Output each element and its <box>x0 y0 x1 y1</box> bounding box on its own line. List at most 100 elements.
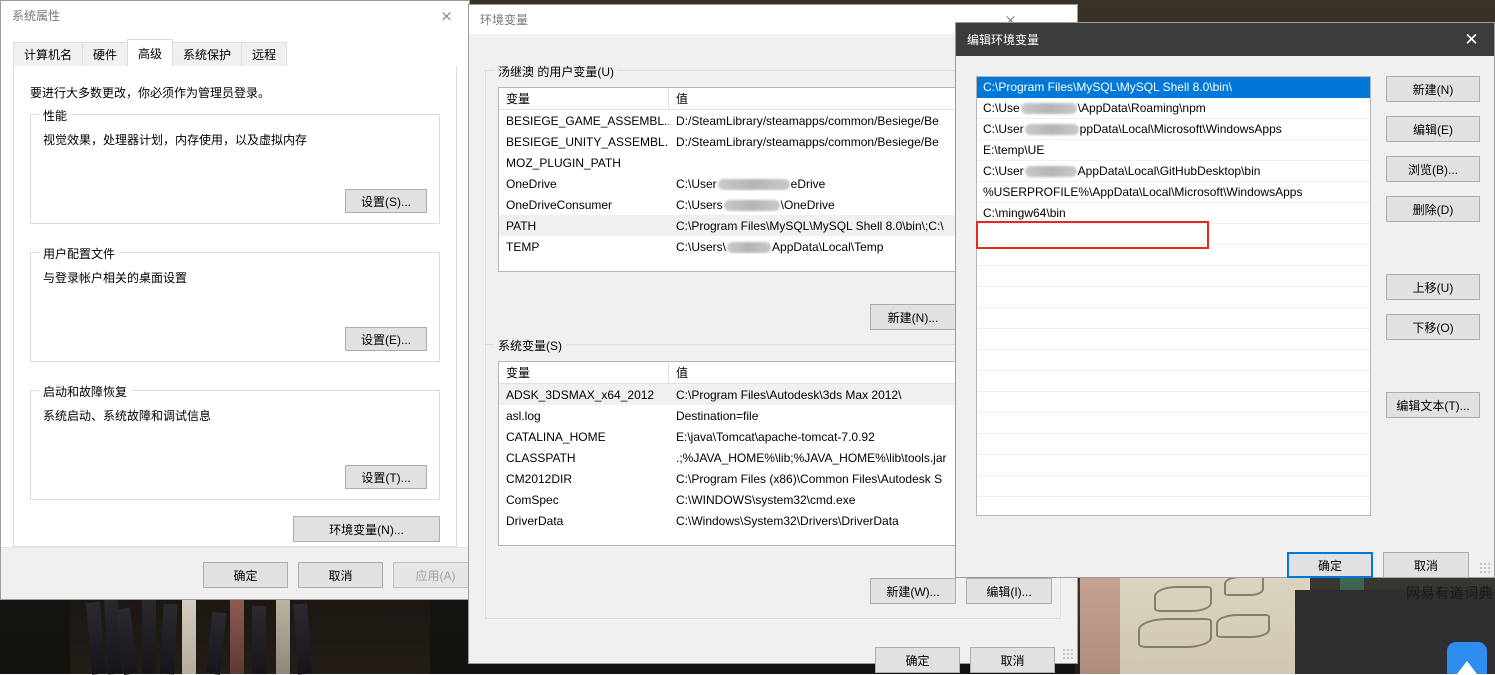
list-item[interactable] <box>977 476 1370 497</box>
move-down-button[interactable]: 下移(O) <box>1386 314 1480 340</box>
path-list[interactable]: C:\Program Files\MySQL\MySQL Shell 8.0\b… <box>976 76 1371 516</box>
variable-name: DriverData <box>499 514 669 528</box>
move-up-button[interactable]: 上移(U) <box>1386 274 1480 300</box>
edit-env-ok-button[interactable]: 确定 <box>1287 552 1373 578</box>
edit-button[interactable]: 编辑(E) <box>1386 116 1480 142</box>
startup-recovery-group-label: 启动和故障恢复 <box>39 383 131 400</box>
startup-recovery-group: 启动和故障恢复 系统启动、系统故障和调试信息 设置(T)... <box>30 390 440 500</box>
list-item[interactable]: %USERPROFILE%\AppData\Local\Microsoft\Wi… <box>977 182 1370 203</box>
list-item[interactable] <box>977 392 1370 413</box>
environment-variables-button[interactable]: 环境变量(N)... <box>293 516 440 542</box>
redaction-mask <box>1021 103 1077 114</box>
variable-name: CLASSPATH <box>499 451 669 465</box>
youdao-dictionary-label: 网易有道词典 <box>1406 583 1493 603</box>
system-properties-titlebar: 系统属性 × <box>1 1 469 30</box>
close-icon[interactable]: × <box>424 1 469 30</box>
variable-name: OneDriveConsumer <box>499 198 669 212</box>
path-prefix: C:\User <box>983 122 1024 136</box>
list-item[interactable]: C:\Use \AppData\Roaming\npm <box>977 98 1370 119</box>
tab-hardware[interactable]: 硬件 <box>82 42 128 66</box>
list-item[interactable] <box>977 350 1370 371</box>
redaction-mask <box>727 242 771 253</box>
redaction-mask <box>1025 166 1077 177</box>
edit-env-title: 编辑环境变量 <box>967 31 1039 48</box>
user-profiles-group: 用户配置文件 与登录帐户相关的桌面设置 设置(E)... <box>30 252 440 362</box>
performance-group-label: 性能 <box>39 107 71 124</box>
variable-name: PATH <box>499 219 669 233</box>
list-item[interactable]: E:\temp\UE <box>977 140 1370 161</box>
variable-name: TEMP <box>499 240 669 254</box>
user-variables-group-label: 汤继澳 的用户变量(U) <box>494 63 618 80</box>
list-item[interactable] <box>977 329 1370 350</box>
user-profiles-settings-button[interactable]: 设置(E)... <box>345 327 427 351</box>
list-item[interactable]: C:\UserAppData\Local\GitHubDesktop\bin <box>977 161 1370 182</box>
performance-settings-button[interactable]: 设置(S)... <box>345 189 427 213</box>
value-prefix: C:\Users <box>676 198 723 212</box>
environment-variables-title: 环境变量 <box>480 11 528 28</box>
tab-system-protection[interactable]: 系统保护 <box>172 42 242 66</box>
env-ok-button[interactable]: 确定 <box>875 647 960 673</box>
system-new-button[interactable]: 新建(W)... <box>870 578 956 604</box>
value-suffix: AppData\Local\Temp <box>772 240 883 254</box>
value-suffix: \OneDrive <box>781 198 835 212</box>
tab-computer-name[interactable]: 计算机名 <box>13 42 83 66</box>
cancel-button[interactable]: 取消 <box>298 562 383 588</box>
path-suffix: AppData\Local\GitHubDesktop\bin <box>1078 164 1261 178</box>
path-prefix: C:\Use <box>983 101 1020 115</box>
list-item[interactable] <box>977 287 1370 308</box>
system-properties-tabs: 计算机名 硬件 高级 系统保护 远程 <box>13 41 457 67</box>
user-profiles-group-label: 用户配置文件 <box>39 245 119 262</box>
resize-grip[interactable] <box>1062 648 1074 660</box>
performance-group: 性能 视觉效果，处理器计划，内存使用，以及虚拟内存 设置(S)... <box>30 114 440 224</box>
browse-button[interactable]: 浏览(B)... <box>1386 156 1480 182</box>
variable-name: asl.log <box>499 409 669 423</box>
list-item[interactable]: C:\mingw64\bin <box>977 203 1370 224</box>
list-item[interactable]: C:\User ppData\Local\Microsoft\WindowsApp… <box>977 119 1370 140</box>
startup-recovery-settings-button[interactable]: 设置(T)... <box>345 465 427 489</box>
system-properties-title: 系统属性 <box>12 7 60 24</box>
list-item[interactable] <box>977 455 1370 476</box>
performance-description: 视觉效果，处理器计划，内存使用，以及虚拟内存 <box>43 131 307 148</box>
value-suffix: eDrive <box>791 177 826 191</box>
variable-name: ComSpec <box>499 493 669 507</box>
path-text: %USERPROFILE%\AppData\Local\Microsoft\Wi… <box>983 185 1302 199</box>
delete-button[interactable]: 删除(D) <box>1386 196 1480 222</box>
close-icon[interactable]: ✕ <box>1449 23 1494 56</box>
tab-remote[interactable]: 远程 <box>241 42 287 66</box>
path-suffix: ppData\Local\Microsoft\WindowsApps <box>1080 122 1282 136</box>
column-header-variable: 变量 <box>499 88 669 109</box>
system-edit-button[interactable]: 编辑(I)... <box>966 578 1052 604</box>
youdao-dictionary-icon[interactable] <box>1447 642 1487 674</box>
variable-name: CATALINA_HOME <box>499 430 669 444</box>
tab-advanced[interactable]: 高级 <box>127 39 173 66</box>
variable-name: BESIEGE_UNITY_ASSEMBL... <box>499 135 669 149</box>
variable-name: MOZ_PLUGIN_PATH <box>499 156 669 170</box>
edit-environment-variable-dialog: 编辑环境变量 ✕ C:\Program Files\MySQL\MySQL Sh… <box>955 22 1495 578</box>
variable-name: ADSK_3DSMAX_x64_2012 <box>499 388 669 402</box>
list-item[interactable] <box>977 266 1370 287</box>
column-header-variable: 变量 <box>499 362 669 383</box>
edit-env-cancel-button[interactable]: 取消 <box>1383 552 1469 578</box>
list-item[interactable] <box>977 224 1370 245</box>
edit-text-button[interactable]: 编辑文本(T)... <box>1386 392 1480 418</box>
system-variables-group-label: 系统变量(S) <box>494 337 566 354</box>
list-item[interactable] <box>977 245 1370 266</box>
system-properties-footer: 确定 取消 应用(A) <box>1 547 469 599</box>
ok-button[interactable]: 确定 <box>203 562 288 588</box>
list-item[interactable]: C:\Program Files\MySQL\MySQL Shell 8.0\b… <box>977 77 1370 98</box>
new-button[interactable]: 新建(N) <box>1386 76 1480 102</box>
path-suffix: \AppData\Roaming\npm <box>1078 101 1206 115</box>
value-prefix: C:\Users\ <box>676 240 726 254</box>
redaction-mask <box>1025 124 1079 135</box>
startup-recovery-description: 系统启动、系统故障和调试信息 <box>43 407 211 424</box>
variable-name: BESIEGE_GAME_ASSEMBL... <box>499 114 669 128</box>
resize-grip[interactable] <box>1479 562 1491 574</box>
advanced-tab-panel: 要进行大多数更改，你必须作为管理员登录。 性能 视觉效果，处理器计划，内存使用，… <box>13 66 457 547</box>
path-text: E:\temp\UE <box>983 143 1044 157</box>
list-item[interactable] <box>977 371 1370 392</box>
list-item[interactable] <box>977 434 1370 455</box>
list-item[interactable] <box>977 308 1370 329</box>
env-cancel-button[interactable]: 取消 <box>970 647 1055 673</box>
list-item[interactable] <box>977 413 1370 434</box>
user-new-button[interactable]: 新建(N)... <box>870 304 956 330</box>
